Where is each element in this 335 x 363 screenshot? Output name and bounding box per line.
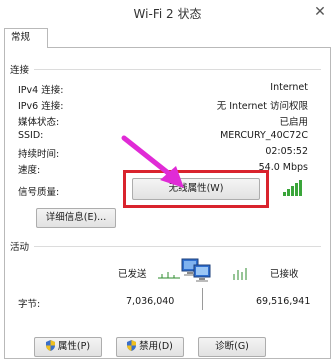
network-computers-icon: [181, 258, 211, 282]
properties-button[interactable]: 属性(P): [34, 337, 102, 357]
close-icon[interactable]: ✕: [310, 3, 330, 21]
ipv4-label: IPv4 连接:: [18, 85, 64, 96]
bytes-label: 字节:: [18, 299, 41, 310]
uac-shield-icon: [45, 340, 55, 351]
connection-section-title: 连接: [10, 65, 30, 76]
uac-shield-icon: [127, 340, 137, 351]
disable-button-label: 禁用(D): [139, 341, 173, 352]
ssid-value: MERCURY_40C72C: [220, 130, 308, 141]
title-bar: Wi-Fi 2 状态 ✕: [0, 0, 335, 26]
received-activity-icon: [233, 268, 247, 280]
properties-button-label: 属性(P): [57, 341, 91, 352]
duration-label: 持续时间:: [18, 149, 60, 160]
signal-icon: [283, 180, 305, 196]
ipv6-label: IPv6 连接:: [18, 101, 64, 112]
connection-divider: [34, 69, 321, 70]
media-state-value: 已启用: [279, 117, 308, 128]
activity-divider: [34, 246, 321, 247]
activity-section-title: 活动: [10, 242, 30, 253]
annotation-arrow-icon: [121, 135, 184, 188]
bytes-separator: [202, 288, 203, 310]
media-state-label: 媒体状态:: [18, 117, 60, 128]
signal-quality-label: 信号质量:: [18, 187, 60, 198]
received-label: 已接收: [270, 269, 299, 280]
sent-label: 已发送: [118, 269, 147, 280]
bytes-received-value: 69,516,941: [256, 296, 311, 307]
diagnose-button[interactable]: 诊断(G): [198, 337, 266, 357]
ssid-label: SSID:: [18, 130, 44, 141]
ipv4-value: Internet: [270, 82, 308, 93]
duration-value: 02:05:52: [265, 146, 308, 157]
bytes-sent-value: 7,036,040: [126, 296, 175, 307]
tab-general[interactable]: 常规: [4, 28, 48, 48]
details-button[interactable]: 详细信息(E)...: [36, 208, 116, 228]
ipv6-value: 无 Internet 访问权限: [216, 101, 308, 112]
window-title: Wi-Fi 2 状态: [133, 7, 202, 21]
speed-label: 速度:: [18, 165, 41, 176]
disable-button[interactable]: 禁用(D): [116, 337, 184, 357]
sent-activity-icon: [158, 272, 180, 279]
